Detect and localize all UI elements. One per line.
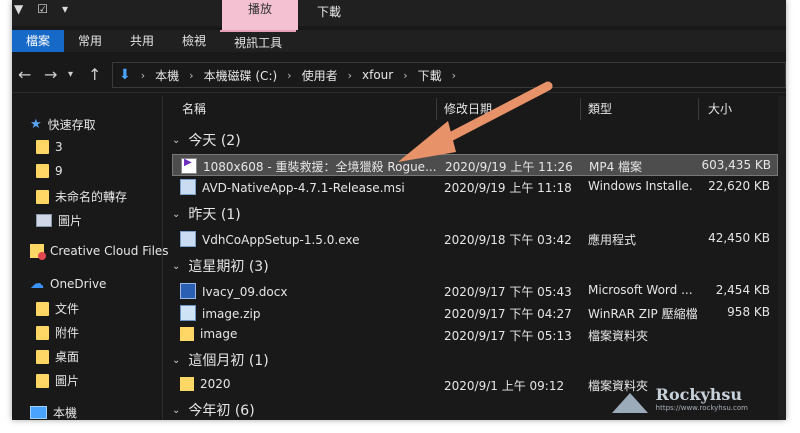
folder-icon [36, 373, 49, 388]
creative-cloud-icon [30, 244, 46, 260]
installer-icon [180, 231, 196, 247]
watermark-brand: Rockyhsu [655, 384, 743, 404]
table-row[interactable]: 1080x608 - 重裝救援：全境獵殺 Rogue... 2020/9/19 … [172, 154, 778, 176]
chevron-right-icon[interactable]: › [189, 69, 193, 82]
breadcrumb-this-pc[interactable]: 本機 [155, 67, 179, 84]
sidebar-item-3[interactable]: 3 [36, 140, 63, 154]
watermark-url: https://www.rockyhsu.com [655, 403, 748, 412]
breadcrumb-downloads[interactable]: 下載 [418, 67, 442, 84]
chevron-right-icon[interactable]: › [452, 69, 456, 82]
chevron-down-icon[interactable]: ⌄ [172, 261, 180, 272]
recent-locations-icon[interactable]: ▾ [68, 69, 73, 80]
chevron-right-icon[interactable]: › [348, 69, 352, 82]
column-header-modified[interactable]: 修改日期 [444, 96, 492, 122]
back-arrow-icon[interactable]: ← [18, 65, 31, 84]
window-title: 下載 [317, 5, 342, 19]
folder-icon [36, 301, 49, 316]
zip-file-icon [180, 305, 196, 321]
checkbox-icon[interactable]: ☑ [37, 2, 48, 16]
downloads-icon: ⬇ [119, 67, 131, 83]
cloud-icon: ☁ [30, 276, 44, 292]
pictures-icon [36, 214, 52, 227]
tab-video-tools[interactable]: 視訊工具 [220, 30, 297, 52]
breadcrumb-users[interactable]: 使用者 [302, 67, 338, 84]
quick-access-toolbar: ▼ ☑ ▾ [14, 2, 68, 16]
column-header-type[interactable]: 類型 [588, 96, 612, 122]
folder-icon [36, 189, 49, 204]
chevron-right-icon[interactable]: › [403, 69, 407, 82]
playback-context-tab[interactable]: 播放 [222, 0, 298, 30]
file-explorer-window: ▼ ☑ ▾ 播放 下載 檔案 常用 共用 檢視 視訊工具 ← → ▾ ↑ ⬇ ›… [12, 0, 786, 420]
sidebar-item-this-pc[interactable]: 本機 [30, 404, 77, 420]
sidebar-item-9[interactable]: 9 [36, 164, 63, 178]
group-header-today[interactable]: ⌄ 今天 (2) [172, 130, 241, 150]
tab-file[interactable]: 檔案 [12, 30, 65, 52]
sidebar-item-documents[interactable]: 文件 [36, 300, 79, 317]
tab-view[interactable]: 檢視 [168, 30, 220, 52]
column-divider[interactable] [580, 98, 581, 120]
pc-icon [30, 406, 47, 419]
chevron-down-icon[interactable]: ⌄ [172, 355, 180, 366]
group-header-earlier-this-year[interactable]: ⌄ 今年初 (6) [172, 400, 255, 420]
group-header-yesterday[interactable]: ⌄ 昨天 (1) [172, 204, 241, 224]
mountain-logo-icon [611, 383, 648, 413]
folder-icon [36, 140, 49, 154]
folder-icon [36, 325, 49, 340]
sidebar-item-pictures[interactable]: 圖片 [36, 212, 82, 229]
up-arrow-icon[interactable]: ↑ [88, 65, 101, 84]
table-row[interactable]: AVD-NativeApp-4.7.1-Release.msi 2020/9/1… [172, 176, 776, 196]
table-row[interactable]: VdhCoAppSetup-1.5.0.exe 2020/9/18 下午 03:… [172, 228, 776, 248]
sidebar-item-onedrive-pictures[interactable]: 圖片 [36, 372, 79, 389]
group-header-earlier-this-month[interactable]: ⌄ 這個月初 (1) [172, 350, 269, 370]
table-row[interactable]: Ivacy_09.docx 2020/9/17 下午 05:43 Microso… [172, 280, 776, 300]
chevron-down-icon[interactable]: ⌄ [172, 405, 180, 416]
table-row[interactable]: image 2020/9/17 下午 05:13 檔案資料夾 [172, 324, 776, 344]
chevron-right-icon[interactable]: › [141, 69, 145, 82]
folder-icon [36, 164, 49, 178]
address-bar[interactable]: ⬇ › 本機 › 本機磁碟 (C:) › 使用者 › xfour › 下載 › [112, 62, 786, 88]
chevron-down-icon[interactable]: ⌄ [172, 209, 180, 220]
word-file-icon [180, 283, 196, 299]
forward-arrow-icon[interactable]: → [44, 65, 57, 84]
breadcrumb-xfour[interactable]: xfour [362, 68, 393, 82]
folder-icon [180, 327, 194, 341]
file-list: 名稱 修改日期 類型 大小 ⌄ 今天 (2) 1080x608 - 重裝救援：全… [162, 96, 786, 420]
column-header-name[interactable]: 名稱 [182, 96, 206, 122]
folder-icon [180, 377, 194, 391]
tab-home[interactable]: 常用 [64, 30, 116, 52]
address-bar-area: ← → ▾ ↑ ⬇ › 本機 › 本機磁碟 (C:) › 使用者 › xfour… [12, 56, 786, 93]
table-row[interactable]: image.zip 2020/9/17 下午 04:27 WinRAR ZIP … [172, 302, 776, 322]
sidebar-item-onedrive[interactable]: ☁ OneDrive [30, 276, 106, 292]
sidebar-item-unnamed-export[interactable]: 未命名的轉存 [36, 188, 127, 205]
folder-icon [36, 349, 49, 364]
chevron-right-icon[interactable]: › [287, 69, 291, 82]
ribbon-tabs: 檔案 常用 共用 檢視 視訊工具 [12, 30, 786, 52]
video-file-icon [181, 158, 197, 174]
down-arrow-icon[interactable]: ▼ [14, 2, 23, 16]
new-folder-icon[interactable]: ▾ [62, 2, 68, 16]
vertical-scrollbar[interactable] [778, 96, 786, 420]
installer-icon [180, 179, 196, 195]
chevron-down-icon[interactable]: ⌄ [172, 135, 180, 146]
breadcrumb-local-disk[interactable]: 本機磁碟 (C:) [204, 67, 278, 84]
navigation-pane: ★ 快速存取 3 9 未命名的轉存 圖片 Creative Cloud File… [12, 96, 169, 420]
sidebar-item-attachments[interactable]: 附件 [36, 324, 79, 341]
group-header-earlier-this-week[interactable]: ⌄ 這星期初 (3) [172, 256, 269, 276]
tab-share[interactable]: 共用 [116, 30, 168, 52]
column-header-size[interactable]: 大小 [708, 96, 732, 122]
watermark: Rockyhsu https://www.rockyhsu.com [611, 383, 748, 413]
sidebar-item-desktop[interactable]: 桌面 [36, 348, 79, 365]
sidebar-item-creative-cloud[interactable]: Creative Cloud Files [30, 244, 169, 260]
column-divider[interactable] [698, 98, 699, 120]
column-divider[interactable] [436, 98, 437, 120]
title-bar: ▼ ☑ ▾ 播放 下載 [12, 0, 786, 30]
sidebar-item-quick-access[interactable]: ★ 快速存取 [30, 116, 96, 133]
star-icon: ★ [30, 117, 42, 132]
